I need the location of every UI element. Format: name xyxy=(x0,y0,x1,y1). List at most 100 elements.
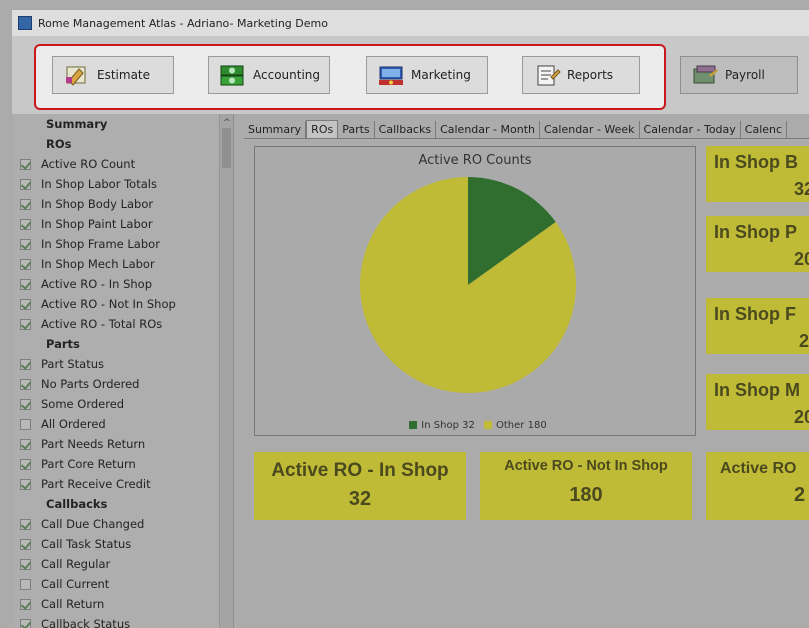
tab-calenc[interactable]: Calenc xyxy=(741,121,788,138)
sidebar-item-label: In Shop Mech Labor xyxy=(41,257,155,271)
sidebar-item-label: Call Current xyxy=(41,577,110,591)
tab-calendar-week[interactable]: Calendar - Week xyxy=(540,121,640,138)
checkbox[interactable] xyxy=(20,578,31,590)
checkbox[interactable] xyxy=(20,618,31,628)
sidebar-item-label: Callback Status xyxy=(41,617,131,628)
tab-summary[interactable]: Summary xyxy=(244,121,307,138)
estimate-button-label: Estimate xyxy=(97,68,151,82)
checkbox[interactable] xyxy=(20,198,31,210)
sidebar-item-label: Part Core Return xyxy=(41,457,136,471)
sidebar-section-header: Summary xyxy=(14,114,233,134)
tab-parts[interactable]: Parts xyxy=(338,121,375,138)
sidebar-item[interactable]: Part Needs Return xyxy=(14,434,233,454)
sidebar-item-label: Call Due Changed xyxy=(41,517,145,531)
window-title: Rome Management Atlas - Adriano- Marketi… xyxy=(38,16,328,30)
sidebar-item[interactable]: Call Regular xyxy=(14,554,233,574)
sidebar-item[interactable]: In Shop Paint Labor xyxy=(14,214,233,234)
sidebar-item[interactable]: Part Core Return xyxy=(14,454,233,474)
estimate-button[interactable]: Estimate xyxy=(52,56,174,94)
tab-calendar-today[interactable]: Calendar - Today xyxy=(640,121,741,138)
sidebar-item[interactable]: Part Receive Credit xyxy=(14,474,233,494)
sidebar-item[interactable]: No Parts Ordered xyxy=(14,374,233,394)
tile-value: 32 xyxy=(794,179,809,199)
marketing-icon xyxy=(377,63,405,87)
checkbox[interactable] xyxy=(20,538,31,550)
sidebar-item[interactable]: Call Return xyxy=(14,594,233,614)
checkbox[interactable] xyxy=(20,378,31,390)
tile-value: 2 xyxy=(798,331,809,351)
tile-active-ro-total[interactable]: Active RO 2 xyxy=(706,452,809,520)
checkbox[interactable] xyxy=(20,318,31,330)
sidebar-item[interactable]: Active RO Count xyxy=(14,154,233,174)
sidebar-item[interactable]: Part Status xyxy=(14,354,233,374)
sidebar-item-label: Part Status xyxy=(41,357,105,371)
tile-title: In Shop F xyxy=(714,304,796,324)
money-icon xyxy=(219,63,247,87)
marketing-button[interactable]: Marketing xyxy=(366,56,488,94)
tile-in-shop-paint[interactable]: In Shop P 20 xyxy=(706,216,809,272)
payroll-button-label: Payroll xyxy=(725,68,765,82)
legend-swatch-other xyxy=(484,421,493,429)
tile-active-ro-in-shop[interactable]: Active RO - In Shop 32 xyxy=(254,452,466,520)
sidebar-item[interactable]: Call Task Status xyxy=(14,534,233,554)
accounting-button[interactable]: Accounting xyxy=(208,56,330,94)
tab-calendar-month[interactable]: Calendar - Month xyxy=(436,121,540,138)
sidebar-item-label: Parts xyxy=(46,337,80,351)
sidebar-item[interactable]: Call Current xyxy=(14,574,233,594)
app-logo-icon xyxy=(18,16,32,30)
checkbox[interactable] xyxy=(20,478,31,490)
checkbox[interactable] xyxy=(20,298,31,310)
checkbox[interactable] xyxy=(20,418,31,430)
scrollbar-thumb[interactable] xyxy=(222,128,231,168)
checkbox[interactable] xyxy=(20,238,31,250)
sidebar-item-label: In Shop Body Labor xyxy=(41,197,154,211)
reports-button[interactable]: Reports xyxy=(522,56,640,94)
checkbox[interactable] xyxy=(20,218,31,230)
checkbox[interactable] xyxy=(20,258,31,270)
sidebar-item[interactable]: Some Ordered xyxy=(14,394,233,414)
checkbox[interactable] xyxy=(20,558,31,570)
sidebar-item-label: Active RO Count xyxy=(41,157,136,171)
marketing-button-label: Marketing xyxy=(411,68,471,82)
tile-in-shop-mech[interactable]: In Shop M 20 xyxy=(706,374,809,430)
checkbox[interactable] xyxy=(20,358,31,370)
sidebar-section-header: ROs xyxy=(14,134,233,154)
sidebar-item[interactable]: Active RO - Total ROs xyxy=(14,314,233,334)
sidebar-item[interactable]: Active RO - Not In Shop xyxy=(14,294,233,314)
reports-button-label: Reports xyxy=(567,68,614,82)
checkbox[interactable] xyxy=(20,178,31,190)
sidebar-item-label: In Shop Labor Totals xyxy=(41,177,157,191)
reports-icon xyxy=(533,63,561,87)
payroll-button[interactable]: Payroll xyxy=(680,56,798,94)
sidebar-item[interactable]: All Ordered xyxy=(14,414,233,434)
checkbox[interactable] xyxy=(20,158,31,170)
sidebar-item-label: No Parts Ordered xyxy=(41,377,140,391)
legend-swatch-in-shop xyxy=(409,421,418,429)
checkbox[interactable] xyxy=(20,438,31,450)
estimate-icon xyxy=(63,63,91,87)
checkbox[interactable] xyxy=(20,458,31,470)
legend-label-other: Other 180 xyxy=(496,420,547,431)
tab-ros[interactable]: ROs xyxy=(306,120,339,138)
sidebar-item[interactable]: In Shop Body Labor xyxy=(14,194,233,214)
sidebar-item[interactable]: Call Due Changed xyxy=(14,514,233,534)
sidebar-scrollbar[interactable]: ^ xyxy=(219,114,233,628)
checkbox[interactable] xyxy=(20,398,31,410)
tile-active-ro-not-in-shop[interactable]: Active RO - Not In Shop 180 xyxy=(480,452,692,520)
tile-title: Active RO - In Shop xyxy=(271,460,449,481)
tab-callbacks[interactable]: Callbacks xyxy=(375,121,437,138)
sidebar-item[interactable]: Callback Status xyxy=(14,614,233,628)
tile-in-shop-body[interactable]: In Shop B 32 xyxy=(706,146,809,202)
tile-in-shop-frame[interactable]: In Shop F 2 xyxy=(706,298,809,354)
sidebar-section-header: Parts xyxy=(14,334,233,354)
sidebar-item[interactable]: In Shop Frame Labor xyxy=(14,234,233,254)
checkbox[interactable] xyxy=(20,278,31,290)
sidebar-item-label: In Shop Paint Labor xyxy=(41,217,153,231)
sidebar-item[interactable]: Active RO - In Shop xyxy=(14,274,233,294)
sidebar-item[interactable]: In Shop Labor Totals xyxy=(14,174,233,194)
checkbox[interactable] xyxy=(20,598,31,610)
sidebar-item[interactable]: In Shop Mech Labor xyxy=(14,254,233,274)
scroll-up-icon[interactable]: ^ xyxy=(223,118,231,128)
pie-chart xyxy=(360,177,576,393)
checkbox[interactable] xyxy=(20,518,31,530)
